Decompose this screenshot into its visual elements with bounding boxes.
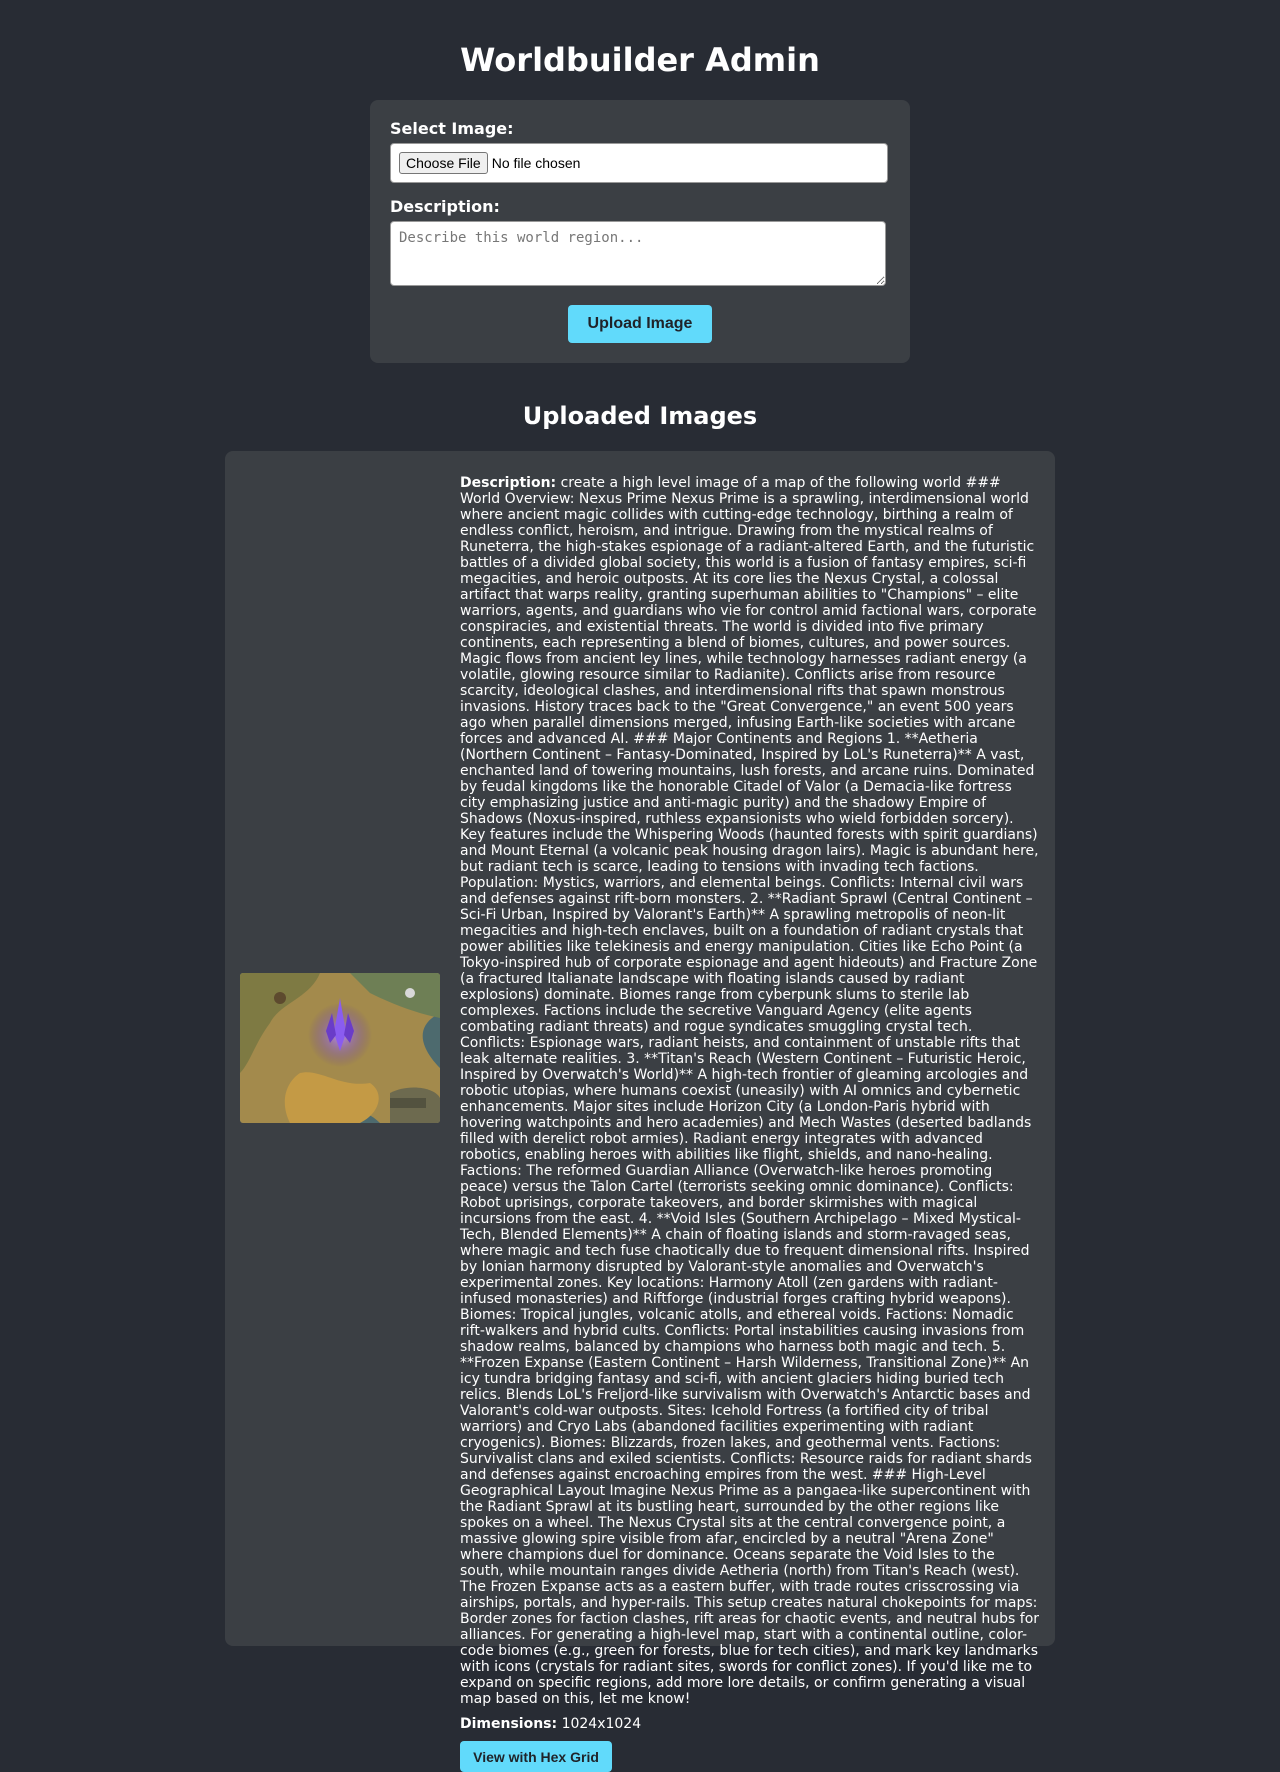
fantasy-world-map-thumbnail[interactable]	[240, 973, 440, 1123]
view-hex-grid-button[interactable]: View with Hex Grid	[460, 1741, 612, 1772]
image-card: Description: create a high level image o…	[225, 451, 1055, 1772]
image-dimensions: Dimensions: 1024x1024	[460, 1715, 1040, 1733]
dimensions-key: Dimensions:	[460, 1716, 558, 1732]
upload-form: Select Image: Choose File No file chosen…	[370, 100, 910, 363]
description-label: Description:	[390, 197, 500, 216]
description-value: create a high level image of a map of th…	[460, 475, 1040, 1707]
image-info: Description: create a high level image o…	[460, 475, 1040, 1772]
choose-file-button[interactable]: Choose File	[399, 152, 488, 174]
description-input[interactable]	[390, 221, 886, 286]
uploaded-images-title: Uploaded Images	[522, 402, 758, 430]
file-input[interactable]: Choose File No file chosen	[390, 143, 888, 183]
image-description: Description: create a high level image o…	[460, 475, 1040, 1707]
page-title: Worldbuilder Admin	[460, 41, 820, 79]
dimensions-value: 1024x1024	[561, 1716, 642, 1732]
file-status: No file chosen	[491, 155, 581, 171]
description-key: Description:	[460, 475, 557, 491]
select-image-label: Select Image:	[390, 119, 514, 138]
upload-image-button[interactable]: Upload Image	[568, 305, 712, 343]
